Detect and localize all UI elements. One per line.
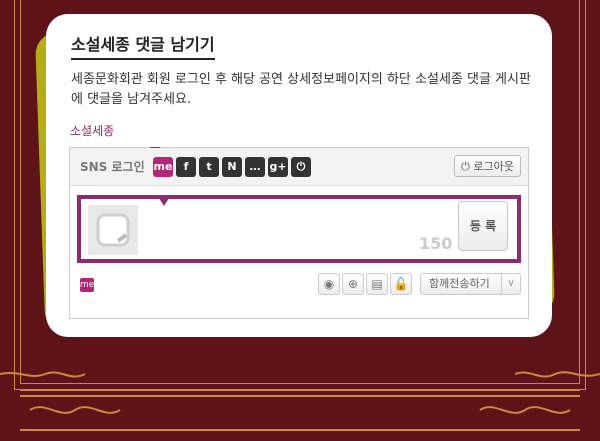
description-text: 세종문화회관 회원 로그인 후 해당 공연 상세정보페이지의 하단 소설세종 댓…	[71, 72, 531, 107]
logout-button[interactable]: ⏻ 로그아웃	[454, 155, 521, 177]
video-icon[interactable]: ⊕	[342, 273, 364, 295]
me2day-small-icon: me	[80, 278, 95, 292]
sns-login-bar: SNS 로그인 me f t N… g+ ⏻ ⏻ 로그아웃	[70, 148, 528, 186]
me2day-icon[interactable]: me	[153, 157, 173, 177]
facebook-icon[interactable]: f	[176, 157, 196, 177]
attach-tools: ◉ ⊕ ▤ 🔓	[318, 273, 412, 295]
power-icon[interactable]: ⏻	[291, 157, 311, 177]
share-select[interactable]: 함께전송하기 ∨	[420, 273, 521, 295]
chat-icon[interactable]: …	[245, 157, 265, 177]
camera-icon[interactable]: ◉	[318, 273, 340, 295]
submit-button[interactable]: 등 록	[458, 201, 508, 251]
default-avatar-icon	[96, 213, 130, 247]
twitter-icon[interactable]: t	[199, 157, 219, 177]
page-title: 소설세종 댓글 남기기	[71, 31, 215, 60]
ornament-border-icon	[0, 371, 600, 431]
sns-login-label: SNS 로그인	[80, 160, 145, 174]
google-plus-icon[interactable]: g+	[268, 157, 288, 177]
comment-guide-card: 소설세종 댓글 남기기 세종문화회관 회원 로그인 후 해당 공연 상세정보페이…	[46, 14, 552, 337]
naver-icon[interactable]: N	[222, 157, 242, 177]
comment-toolbar: me ◉ ⊕ ▤ 🔓 함께전송하기 ∨	[70, 273, 528, 297]
comment-widget: SNS 로그인 me f t N… g+ ⏻ ⏻ 로그아웃 150 등 록 me ◉ ⊕ …	[69, 147, 529, 319]
input-pointer-icon	[159, 198, 169, 206]
avatar	[88, 205, 138, 255]
char-counter: 150	[419, 234, 453, 253]
comment-input-box[interactable]: 150 등 록	[77, 195, 521, 263]
section-label: 소셜세종	[70, 124, 115, 138]
document-icon[interactable]: ▤	[366, 273, 388, 295]
sns-icon-group: me f t N… g+ ⏻	[153, 157, 311, 177]
share-select-label: 함께전송하기	[429, 277, 490, 290]
logout-label: 로그아웃	[473, 160, 514, 173]
lock-icon[interactable]: 🔓	[390, 273, 412, 295]
chevron-down-icon: ∨	[501, 274, 520, 294]
